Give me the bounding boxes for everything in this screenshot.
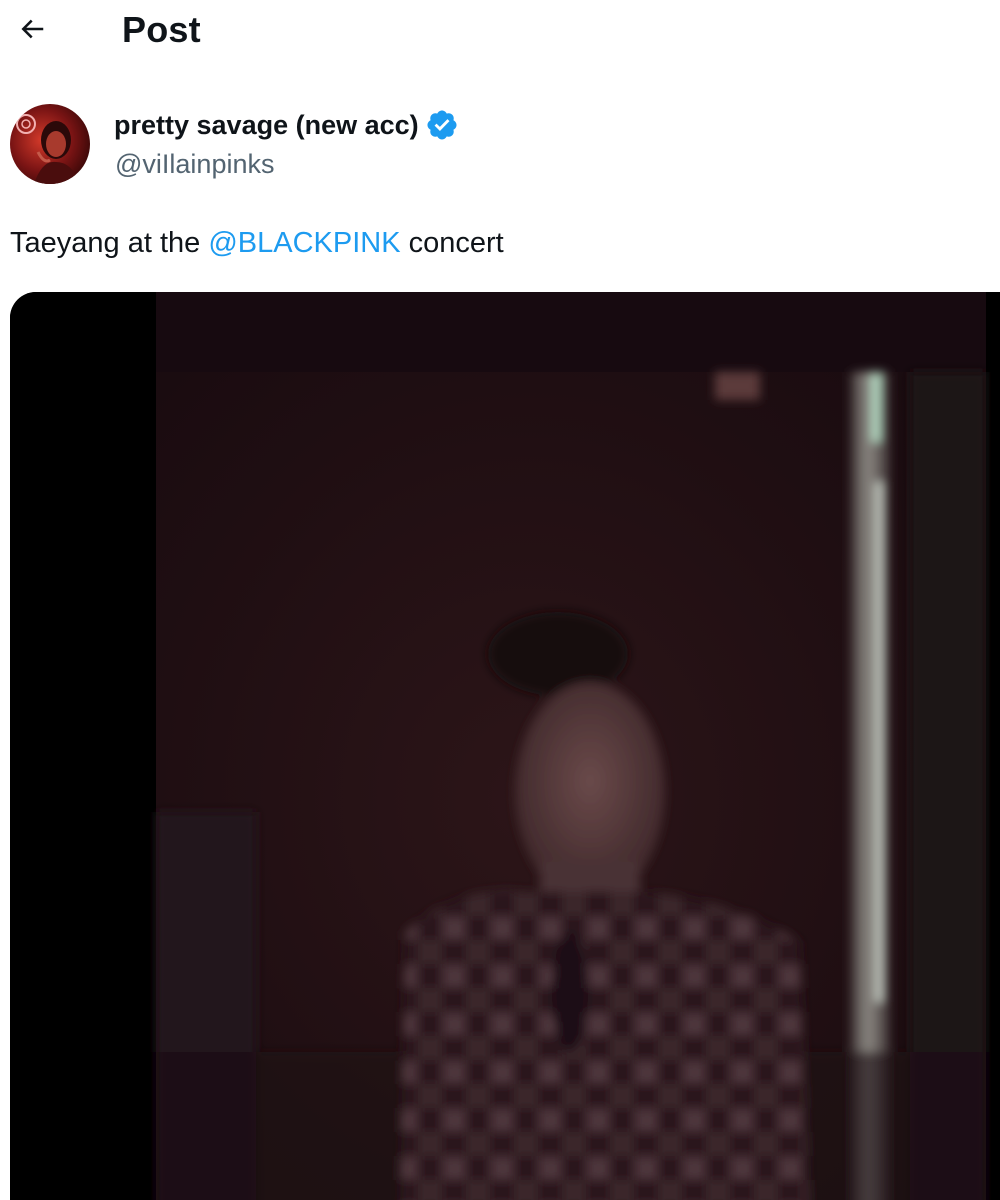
mention-link[interactable]: @BLACKPINK	[208, 227, 400, 259]
post-author: pretty savage (new acc) @viIlainpinks	[0, 100, 1000, 190]
post-header: Post	[0, 0, 1000, 62]
display-name-link[interactable]: pretty savage (new acc)	[114, 106, 459, 144]
page-title: Post	[122, 9, 201, 50]
post-page: Post pretty savage (new acc) @viIlainpin…	[0, 0, 1000, 1200]
back-button[interactable]	[8, 8, 56, 54]
tweet-text: Taeyang at the @BLACKPINK concert	[10, 222, 504, 264]
video-player[interactable]	[10, 292, 1000, 1200]
tweet-text-before: Taeyang at the	[10, 227, 209, 259]
tweet-text-after: concert	[400, 227, 504, 259]
avatar[interactable]	[10, 104, 90, 184]
display-name: pretty savage (new acc)	[114, 110, 419, 140]
arrow-left-icon	[17, 14, 47, 49]
user-handle[interactable]: @viIlainpinks	[115, 146, 274, 182]
verified-badge-icon	[425, 108, 459, 142]
video-frame	[10, 292, 1000, 1200]
